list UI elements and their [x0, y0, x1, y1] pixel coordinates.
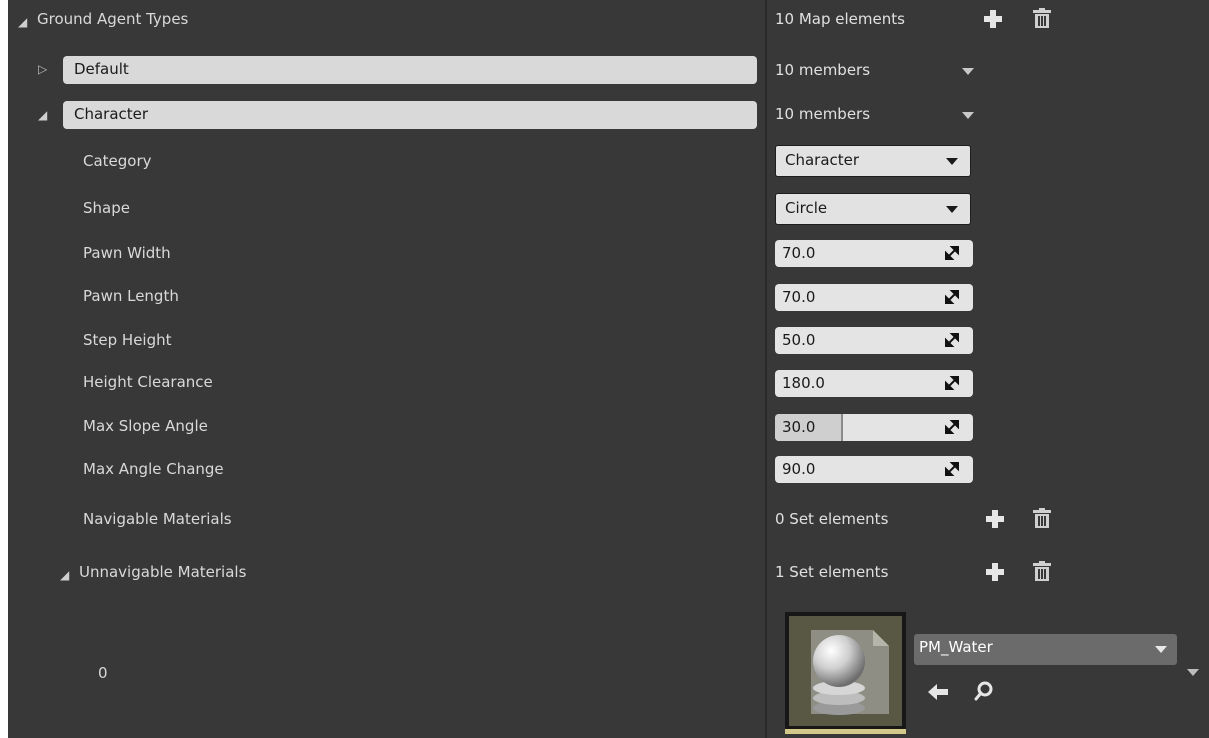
- character-members-count: 10 members: [775, 105, 871, 123]
- collapse-triangle-icon[interactable]: ◢: [18, 15, 27, 29]
- height-clearance-field[interactable]: 180.0: [775, 370, 973, 397]
- pawn-length-field[interactable]: 70.0: [775, 284, 973, 311]
- asset-thumbnail[interactable]: [785, 612, 906, 734]
- navigable-materials-count: 0 Set elements: [775, 510, 889, 528]
- shape-combo[interactable]: Circle: [775, 193, 971, 225]
- shape-label: Shape: [83, 199, 130, 217]
- asset-picker-combo[interactable]: PM_Water: [914, 634, 1177, 665]
- resize-icon[interactable]: [945, 333, 959, 347]
- height-clearance-value: 180.0: [782, 374, 825, 392]
- collapse-triangle-icon[interactable]: ◢: [60, 568, 69, 582]
- map-elements-count: 10 Map elements: [775, 10, 905, 28]
- pawn-width-label: Pawn Width: [83, 244, 171, 262]
- chevron-down-icon[interactable]: [1187, 669, 1199, 676]
- max-slope-angle-field[interactable]: 30.0: [775, 414, 973, 441]
- column-divider[interactable]: [765, 0, 767, 738]
- arrow-left-icon[interactable]: [927, 682, 949, 702]
- trash-icon[interactable]: [1032, 561, 1052, 583]
- max-slope-angle-value: 30.0: [782, 418, 816, 436]
- height-clearance-label: Height Clearance: [83, 373, 213, 391]
- pawn-width-field[interactable]: 70.0: [775, 240, 973, 267]
- max-angle-change-field[interactable]: 90.0: [775, 456, 973, 483]
- trash-icon[interactable]: [1032, 508, 1052, 530]
- chevron-down-icon[interactable]: [962, 112, 974, 119]
- navigable-materials-label: Navigable Materials: [83, 510, 232, 528]
- search-icon[interactable]: [973, 680, 995, 702]
- chevron-down-icon: [946, 206, 958, 213]
- plus-icon[interactable]: [983, 9, 1003, 29]
- max-angle-change-value: 90.0: [782, 460, 816, 478]
- physical-material-thumbnail-icon: [789, 616, 902, 726]
- chevron-down-icon[interactable]: [962, 68, 974, 75]
- ground-agent-types-label: Ground Agent Types: [37, 10, 189, 28]
- map-key-character[interactable]: Character: [63, 101, 757, 129]
- plus-icon[interactable]: [985, 562, 1005, 582]
- shape-value: Circle: [785, 199, 828, 217]
- expand-triangle-icon[interactable]: ▷: [38, 62, 47, 76]
- resize-icon[interactable]: [945, 290, 959, 304]
- step-height-value: 50.0: [782, 331, 816, 349]
- max-slope-angle-label: Max Slope Angle: [83, 417, 208, 435]
- plus-icon[interactable]: [985, 509, 1005, 529]
- unnavigable-materials-count: 1 Set elements: [775, 563, 889, 581]
- pawn-length-value: 70.0: [782, 288, 816, 306]
- resize-icon[interactable]: [945, 246, 959, 260]
- category-combo[interactable]: Character: [775, 145, 971, 177]
- default-members-count: 10 members: [775, 61, 871, 79]
- map-key-default[interactable]: Default: [63, 56, 757, 84]
- pawn-width-value: 70.0: [782, 244, 816, 262]
- collapse-triangle-icon[interactable]: ◢: [38, 108, 47, 122]
- chevron-down-icon: [946, 158, 958, 165]
- trash-icon[interactable]: [1032, 8, 1052, 30]
- max-angle-change-label: Max Angle Change: [83, 460, 224, 478]
- resize-icon[interactable]: [945, 462, 959, 476]
- set-element-index: 0: [98, 664, 108, 682]
- step-height-label: Step Height: [83, 331, 172, 349]
- step-height-field[interactable]: 50.0: [775, 327, 973, 354]
- chevron-down-icon: [1155, 646, 1167, 653]
- resize-icon[interactable]: [945, 420, 959, 434]
- unnavigable-materials-label: Unnavigable Materials: [79, 563, 247, 581]
- asset-name: PM_Water: [919, 638, 993, 656]
- category-value: Character: [785, 151, 860, 169]
- asset-type-color-bar: [785, 729, 906, 734]
- resize-icon[interactable]: [945, 376, 959, 390]
- category-label: Category: [83, 152, 152, 170]
- pawn-length-label: Pawn Length: [83, 287, 179, 305]
